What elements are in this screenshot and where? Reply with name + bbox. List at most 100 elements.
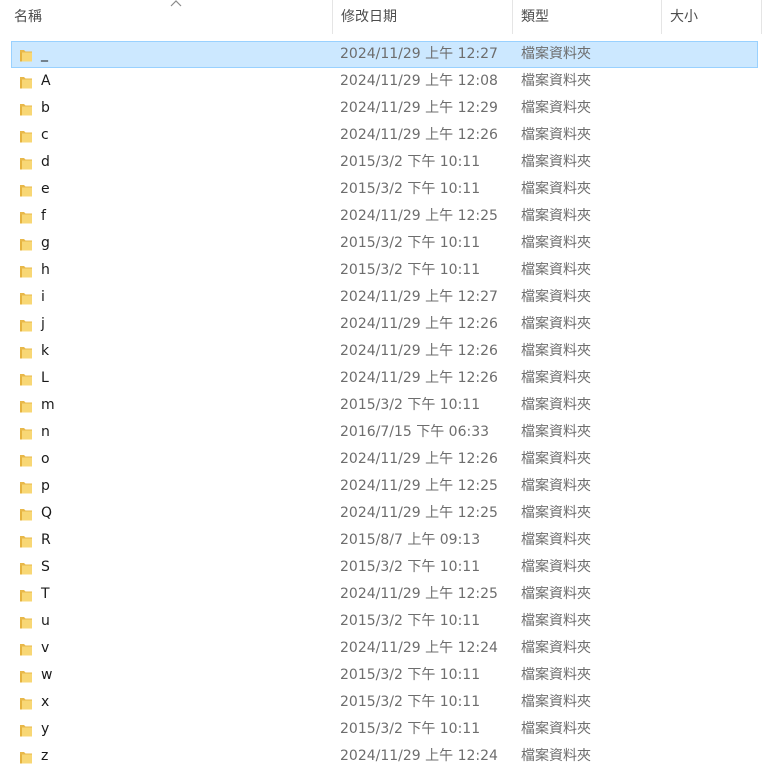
file-modified: 2016/7/15 下午 06:33 xyxy=(340,424,490,440)
file-row[interactable]: R 2015/8/7 上午 09:13 檔案資料夾 xyxy=(11,527,758,554)
file-name: h xyxy=(41,262,50,278)
file-row[interactable]: v 2024/11/29 上午 12:24 檔案資料夾 xyxy=(11,635,758,662)
folder-icon xyxy=(20,158,32,170)
file-modified: 2015/3/2 下午 10:11 xyxy=(340,397,481,413)
file-modified: 2024/11/29 上午 12:26 xyxy=(340,127,498,143)
file-row[interactable]: p 2024/11/29 上午 12:25 檔案資料夾 xyxy=(11,473,758,500)
file-modified: 2024/11/29 上午 12:26 xyxy=(340,370,498,386)
file-type: 檔案資料夾 xyxy=(521,505,591,521)
file-name: z xyxy=(41,748,49,764)
file-row[interactable]: d 2015/3/2 下午 10:11 檔案資料夾 xyxy=(11,149,758,176)
file-name: S xyxy=(41,559,50,575)
file-name: f xyxy=(41,208,46,224)
file-modified: 2015/3/2 下午 10:11 xyxy=(340,721,481,737)
file-row[interactable]: m 2015/3/2 下午 10:11 檔案資料夾 xyxy=(11,392,758,419)
file-type: 檔案資料夾 xyxy=(521,262,591,278)
file-row[interactable]: w 2015/3/2 下午 10:11 檔案資料夾 xyxy=(11,662,758,689)
column-header-name[interactable]: 名稱 xyxy=(6,0,333,34)
folder-icon xyxy=(20,104,32,116)
file-type: 檔案資料夾 xyxy=(521,73,591,89)
file-modified: 2024/11/29 上午 12:29 xyxy=(340,100,498,116)
column-header-bar: 名稱 修改日期 類型 大小 xyxy=(0,0,769,34)
file-row[interactable]: c 2024/11/29 上午 12:26 檔案資料夾 xyxy=(11,122,758,149)
file-type: 檔案資料夾 xyxy=(521,748,591,764)
file-modified: 2015/8/7 上午 09:13 xyxy=(340,532,481,548)
file-type: 檔案資料夾 xyxy=(521,478,591,494)
file-modified: 2015/3/2 下午 10:11 xyxy=(340,559,481,575)
file-row[interactable]: _ 2024/11/29 上午 12:27 檔案資料夾 xyxy=(11,41,758,68)
file-row[interactable]: T 2024/11/29 上午 12:25 檔案資料夾 xyxy=(11,581,758,608)
file-row[interactable]: y 2015/3/2 下午 10:11 檔案資料夾 xyxy=(11,716,758,743)
folder-icon xyxy=(20,266,32,278)
file-type: 檔案資料夾 xyxy=(521,532,591,548)
file-type: 檔案資料夾 xyxy=(521,46,591,62)
file-modified: 2015/3/2 下午 10:11 xyxy=(340,694,481,710)
file-type: 檔案資料夾 xyxy=(521,559,591,575)
folder-icon xyxy=(20,644,32,656)
file-name: L xyxy=(41,370,49,386)
file-modified: 2024/11/29 上午 12:08 xyxy=(340,73,498,89)
file-type: 檔案資料夾 xyxy=(521,451,591,467)
folder-icon xyxy=(20,320,32,332)
file-row[interactable]: A 2024/11/29 上午 12:08 檔案資料夾 xyxy=(11,68,758,95)
file-type: 檔案資料夾 xyxy=(521,208,591,224)
file-row[interactable]: f 2024/11/29 上午 12:25 檔案資料夾 xyxy=(11,203,758,230)
column-header-type-label: 類型 xyxy=(521,9,549,25)
file-modified: 2024/11/29 上午 12:25 xyxy=(340,505,498,521)
file-row[interactable]: o 2024/11/29 上午 12:26 檔案資料夾 xyxy=(11,446,758,473)
file-name: R xyxy=(41,532,51,548)
file-row[interactable]: g 2015/3/2 下午 10:11 檔案資料夾 xyxy=(11,230,758,257)
folder-icon xyxy=(20,590,32,602)
folder-icon xyxy=(20,401,32,413)
file-row[interactable]: x 2015/3/2 下午 10:11 檔案資料夾 xyxy=(11,689,758,716)
folder-icon xyxy=(20,698,32,710)
file-row[interactable]: u 2015/3/2 下午 10:11 檔案資料夾 xyxy=(11,608,758,635)
file-type: 檔案資料夾 xyxy=(521,181,591,197)
file-name: o xyxy=(41,451,50,467)
file-name: j xyxy=(41,316,45,332)
file-name: T xyxy=(41,586,50,602)
file-name: x xyxy=(41,694,50,710)
folder-icon xyxy=(20,671,32,683)
file-type: 檔案資料夾 xyxy=(521,640,591,656)
file-row[interactable]: j 2024/11/29 上午 12:26 檔案資料夾 xyxy=(11,311,758,338)
file-name: c xyxy=(41,127,49,143)
column-header-modified[interactable]: 修改日期 xyxy=(333,0,513,34)
folder-icon xyxy=(20,347,32,359)
file-name: w xyxy=(41,667,53,683)
file-modified: 2015/3/2 下午 10:11 xyxy=(340,262,481,278)
file-row[interactable]: n 2016/7/15 下午 06:33 檔案資料夾 xyxy=(11,419,758,446)
folder-icon xyxy=(20,563,32,575)
file-row[interactable]: b 2024/11/29 上午 12:29 檔案資料夾 xyxy=(11,95,758,122)
file-row[interactable]: Q 2024/11/29 上午 12:25 檔案資料夾 xyxy=(11,500,758,527)
file-row[interactable]: L 2024/11/29 上午 12:26 檔案資料夾 xyxy=(11,365,758,392)
file-type: 檔案資料夾 xyxy=(521,343,591,359)
file-modified: 2024/11/29 上午 12:25 xyxy=(340,478,498,494)
file-type: 檔案資料夾 xyxy=(521,370,591,386)
folder-icon xyxy=(20,293,32,305)
file-modified: 2024/11/29 上午 12:26 xyxy=(340,343,498,359)
column-header-type[interactable]: 類型 xyxy=(513,0,662,34)
file-name: k xyxy=(41,343,50,359)
folder-icon xyxy=(20,617,32,629)
file-modified: 2015/3/2 下午 10:11 xyxy=(340,181,481,197)
folder-icon xyxy=(20,77,32,89)
folder-icon xyxy=(20,212,32,224)
file-modified: 2015/3/2 下午 10:11 xyxy=(340,667,481,683)
file-name: i xyxy=(41,289,45,305)
file-name: _ xyxy=(41,46,48,62)
column-header-size[interactable]: 大小 xyxy=(662,0,762,34)
file-type: 檔案資料夾 xyxy=(521,289,591,305)
file-type: 檔案資料夾 xyxy=(521,316,591,332)
folder-icon xyxy=(20,50,32,62)
file-row[interactable]: S 2015/3/2 下午 10:11 檔案資料夾 xyxy=(11,554,758,581)
file-modified: 2015/3/2 下午 10:11 xyxy=(340,235,481,251)
file-row[interactable]: h 2015/3/2 下午 10:11 檔案資料夾 xyxy=(11,257,758,284)
file-modified: 2024/11/29 上午 12:24 xyxy=(340,748,498,764)
folder-icon xyxy=(20,455,32,467)
file-row[interactable]: i 2024/11/29 上午 12:27 檔案資料夾 xyxy=(11,284,758,311)
folder-icon xyxy=(20,185,32,197)
file-row[interactable]: k 2024/11/29 上午 12:26 檔案資料夾 xyxy=(11,338,758,365)
file-list: _ 2024/11/29 上午 12:27 檔案資料夾 A 2024/11/29 上午 … xyxy=(0,41,769,770)
file-row[interactable]: e 2015/3/2 下午 10:11 檔案資料夾 xyxy=(11,176,758,203)
